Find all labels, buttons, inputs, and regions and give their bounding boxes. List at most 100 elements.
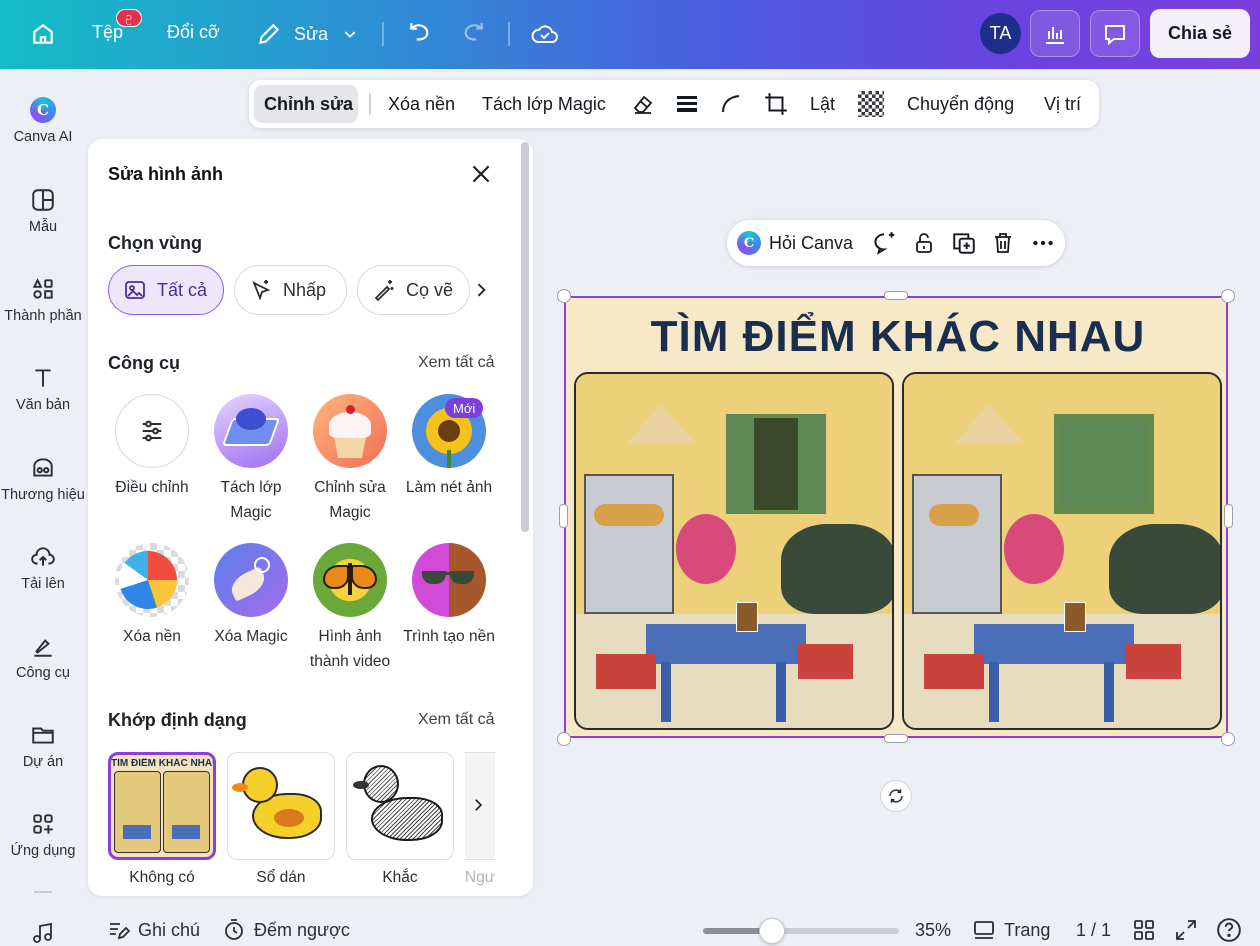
more-options-button[interactable] [1030, 230, 1056, 256]
rail-item-tools[interactable]: Công cụ [0, 633, 86, 681]
tool-magic-edit[interactable]: Chỉnh sửa Magic [301, 394, 399, 525]
notes-label: Ghi chú [138, 919, 201, 940]
sparkle-cursor-icon [252, 280, 271, 301]
close-button[interactable] [468, 161, 494, 187]
magic-layers-button[interactable]: Tách lớp Magic [482, 80, 606, 128]
duplicate-button[interactable] [951, 230, 977, 256]
zoom-slider[interactable] [703, 918, 899, 944]
resize-handle-left[interactable] [559, 504, 568, 528]
more-icon [1033, 240, 1053, 246]
chips-scroll-right[interactable] [471, 279, 491, 301]
rotate-icon [889, 789, 903, 803]
rail-item-projects[interactable]: Dự án [0, 722, 86, 770]
tool-label: Xóa Magic [214, 628, 288, 645]
zoom-slider-thumb[interactable] [759, 918, 785, 944]
tool-bg-remover[interactable]: Xóa nền [103, 543, 201, 649]
format-engrave[interactable]: Khắc [346, 752, 454, 887]
rail-item-elements[interactable]: Thành phần [0, 276, 86, 324]
transparency-button[interactable] [858, 80, 884, 128]
delete-button[interactable] [991, 230, 1015, 256]
animate-button[interactable]: Chuyển động [907, 80, 1014, 128]
chip-all[interactable]: Tất cả [108, 265, 224, 315]
resize-handle-bottom[interactable] [884, 734, 908, 743]
edit-menu[interactable]: Sửa [256, 20, 366, 48]
canva-ai-icon: C [30, 97, 56, 123]
border-style-button[interactable] [675, 80, 699, 128]
format-none[interactable]: TÌM ĐIỂM KHÁC NHAU Không có [108, 752, 216, 887]
puzzle-title: TÌM ĐIỂM KHÁC NHAU [650, 312, 1146, 361]
resize-handle-bl[interactable] [557, 732, 571, 746]
text-icon [35, 369, 51, 387]
eraser-button[interactable] [631, 80, 655, 128]
pages-button[interactable]: Trang [972, 918, 1050, 942]
format-label: Không có [129, 869, 195, 886]
rail-item-text[interactable]: Văn bản [0, 365, 86, 413]
flip-button[interactable]: Lật [810, 80, 835, 128]
ask-canva-button[interactable]: C Hỏi Canva [737, 231, 853, 255]
notes-icon [110, 923, 130, 940]
tool-label: Tách lớp Magic [220, 479, 282, 521]
home-button[interactable] [28, 20, 58, 48]
user-avatar[interactable]: TA [980, 13, 1021, 54]
analytics-button[interactable] [1030, 10, 1080, 57]
chevron-right-icon [475, 799, 483, 811]
timer-button[interactable]: Đếm ngược [222, 918, 350, 942]
toolbar-divider [369, 93, 371, 115]
formats-scroll-right[interactable] [469, 794, 487, 816]
selected-image[interactable]: TÌM ĐIỂM KHÁC NHAU [564, 296, 1228, 738]
chip-click[interactable]: Nhấp [234, 265, 347, 315]
crop-button[interactable] [763, 80, 789, 128]
magic-layers-icon [214, 394, 288, 468]
lock-button[interactable] [912, 230, 936, 256]
tools-see-all-link[interactable]: Xem tất cả [418, 354, 494, 372]
format-partial[interactable]: Ngư [465, 752, 495, 887]
add-comment-button[interactable] [871, 230, 897, 256]
notes-button[interactable]: Ghi chú [106, 918, 200, 942]
edit-label: Sửa [294, 23, 329, 44]
rail-item-templates[interactable]: Mẫu [0, 187, 86, 235]
fullscreen-button[interactable] [1174, 918, 1198, 942]
tool-magic-layers[interactable]: Tách lớp Magic [202, 394, 300, 525]
bottom-bar: Ghi chú Đếm ngược 35% Trang 1 / 1 [0, 910, 1260, 946]
position-button[interactable]: Vị trí [1044, 80, 1081, 128]
share-button[interactable]: Chia sẻ [1150, 9, 1250, 58]
match-see-all-link[interactable]: Xem tất cả [418, 711, 494, 729]
corner-rounding-button[interactable] [719, 80, 743, 128]
rail-item-canva-ai[interactable]: C Canva AI [0, 97, 86, 145]
tool-enhance[interactable]: Mới Làm nét ảnh [400, 394, 498, 500]
edit-tab[interactable]: Chỉnh sửa [264, 80, 353, 128]
tool-adjust[interactable]: Điều chỉnh [103, 394, 201, 500]
resize-handle-tl[interactable] [557, 289, 571, 303]
rail-item-apps[interactable]: Ứng dụng [0, 811, 86, 859]
eraser-icon [633, 95, 653, 114]
resize-handle-right[interactable] [1224, 504, 1233, 528]
tool-image-to-video[interactable]: Hình ảnh thành video [301, 543, 399, 674]
duck-sticker-thumbnail [227, 752, 335, 860]
chip-brush[interactable]: Cọ vẽ [357, 265, 470, 315]
file-menu[interactable]: Tệp [92, 22, 123, 43]
rail-label: Canva AI [13, 129, 73, 145]
resize-handle-br[interactable] [1221, 732, 1235, 746]
cloud-check-icon [531, 25, 558, 43]
scene-right [902, 372, 1222, 730]
panel-scrollbar[interactable] [521, 142, 529, 532]
bg-remover-button[interactable]: Xóa nền [388, 80, 455, 128]
tool-magic-eraser[interactable]: Xóa Magic [202, 543, 300, 649]
grid-view-button[interactable] [1132, 918, 1156, 942]
rotate-button[interactable] [880, 780, 912, 812]
tool-label: Xóa nền [123, 628, 181, 645]
rail-item-upload[interactable]: Tải lên [0, 544, 86, 592]
resize-button[interactable]: Đổi cỡ [167, 22, 220, 43]
comments-button[interactable] [1090, 10, 1140, 57]
resize-handle-tr[interactable] [1221, 289, 1235, 303]
cloud-saved-button[interactable] [529, 20, 561, 48]
timer-label: Đếm ngược [254, 919, 350, 940]
zoom-level[interactable]: 35% [915, 920, 951, 941]
redo-button[interactable] [458, 20, 488, 48]
format-scrapbook[interactable]: Sổ dán [227, 752, 335, 887]
undo-button[interactable] [405, 20, 435, 48]
help-button[interactable] [1216, 917, 1242, 943]
resize-handle-top[interactable] [884, 291, 908, 300]
rail-item-brand[interactable]: Thương hiệu [0, 455, 86, 503]
tool-bg-generator[interactable]: Trình tạo nền [400, 543, 498, 649]
